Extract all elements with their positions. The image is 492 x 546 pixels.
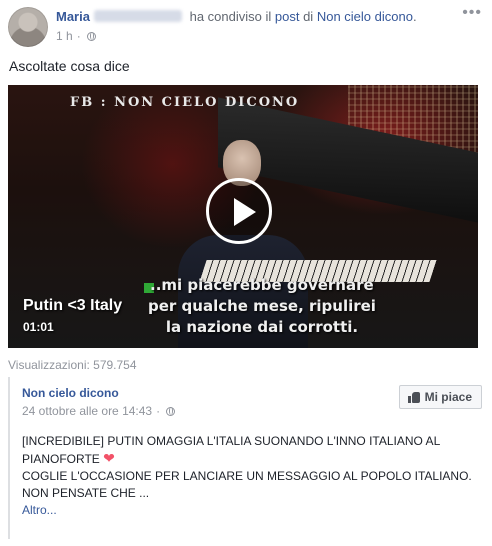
globe-icon[interactable] bbox=[86, 31, 96, 41]
like-page-button[interactable]: Mi piace bbox=[398, 385, 482, 409]
shared-page-name-link[interactable]: Non cielo dicono bbox=[22, 386, 119, 400]
subtitle-line-3: la nazione dai corrotti. bbox=[165, 318, 359, 336]
view-count: Visualizzazioni: 579.754 bbox=[8, 358, 137, 372]
like-button-label: Mi piace bbox=[424, 390, 472, 404]
video-subtitle: ..mi piacerebbe governare per qualche me… bbox=[148, 275, 376, 338]
author-name-link[interactable]: Maria bbox=[56, 9, 90, 24]
shared-text-line-1: [INCREDIBILE] PUTIN OMAGGIA L'ITALIA SUO… bbox=[22, 434, 441, 448]
meta-separator: · bbox=[76, 29, 81, 43]
video-title: Putin <3 Italy bbox=[23, 297, 123, 314]
video-watermark: FB : NON CIELO DICONO bbox=[70, 95, 300, 110]
shared-post-text: [INCREDIBILE] PUTIN OMAGGIA L'ITALIA SUO… bbox=[22, 433, 482, 519]
see-more-link[interactable]: Altro... bbox=[22, 502, 482, 519]
shared-post-date-link[interactable]: 24 ottobre alle ore 14:43 bbox=[22, 404, 152, 418]
page-link[interactable]: Non cielo dicono bbox=[317, 9, 413, 24]
shared-meta-separator: · bbox=[156, 404, 161, 418]
heart-icon: ❤ bbox=[103, 450, 115, 466]
shared-post: Non cielo dicono 24 ottobre alle ore 14:… bbox=[8, 377, 486, 539]
shared-text-line-4: NON PENSATE CHE ... bbox=[22, 486, 150, 500]
video-player[interactable]: FB : NON CIELO DICONO ..mi piacerebbe go… bbox=[8, 85, 478, 348]
feed-post: Maria ha condiviso il post di Non cielo … bbox=[0, 0, 492, 546]
thumbs-up-icon bbox=[407, 391, 420, 403]
subtitle-line-2: per qualche mese, ripulirei bbox=[148, 297, 376, 315]
post-header-line: Maria ha condiviso il post di Non cielo … bbox=[56, 9, 417, 24]
shared-text-line-3: COGLIE L'OCCASIONE PER LANCIARE UN MESSA… bbox=[22, 469, 472, 483]
post-message: Ascoltate cosa dice bbox=[9, 58, 130, 74]
preposition-text: di bbox=[303, 9, 314, 24]
post-time-link[interactable]: 1 h bbox=[56, 29, 73, 43]
subtitle-line-1: ..mi piacerebbe governare bbox=[150, 276, 374, 294]
video-duration: 01:01 bbox=[23, 320, 54, 334]
shared-post-meta: 24 ottobre alle ore 14:43 · bbox=[22, 404, 176, 418]
action-text: ha condiviso il bbox=[189, 9, 272, 24]
globe-icon[interactable] bbox=[166, 406, 176, 416]
post-meta: 1 h · bbox=[56, 29, 96, 43]
author-avatar[interactable] bbox=[8, 7, 48, 47]
shared-text-line-2: PIANOFORTE bbox=[22, 452, 100, 466]
post-link[interactable]: post bbox=[275, 9, 300, 24]
redacted-surname bbox=[93, 10, 182, 22]
play-icon[interactable] bbox=[206, 178, 272, 244]
ellipsis-icon[interactable]: ••• bbox=[462, 4, 482, 22]
header-period: . bbox=[412, 9, 417, 24]
